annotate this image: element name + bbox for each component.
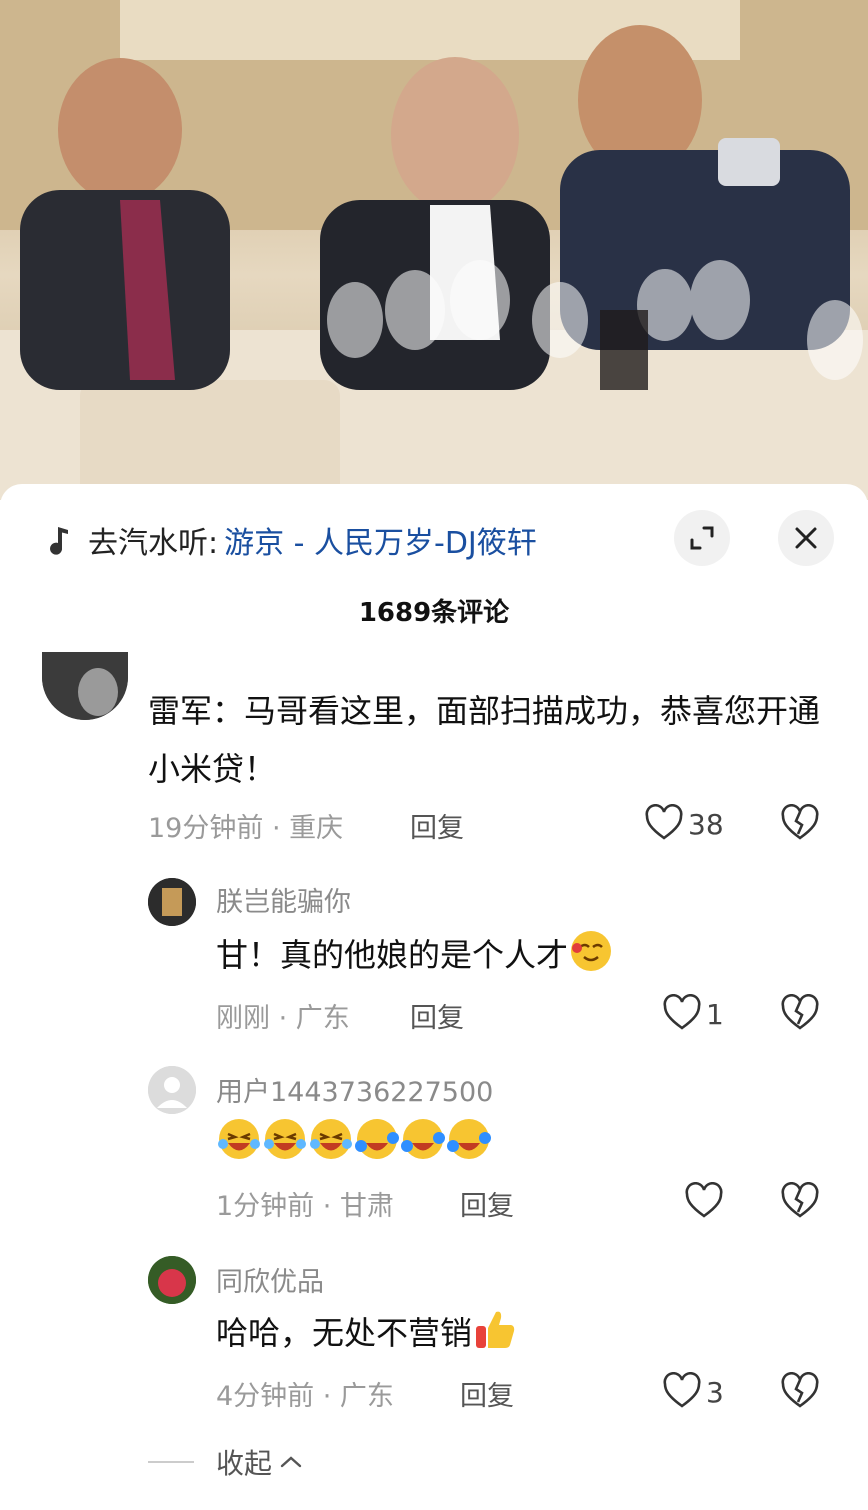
broken-heart-icon[interactable] xyxy=(780,1372,820,1412)
avatar[interactable] xyxy=(148,1256,196,1304)
broken-heart-icon[interactable] xyxy=(780,994,820,1034)
tears-of-joy-emoji-icon xyxy=(447,1119,491,1159)
heart-icon xyxy=(685,1182,723,1218)
avatar[interactable] xyxy=(148,1066,196,1114)
reply-button[interactable]: 回复 xyxy=(410,996,464,1035)
reply-button[interactable]: 回复 xyxy=(460,1184,514,1223)
reply-button[interactable]: 回复 xyxy=(410,806,464,845)
heart-icon xyxy=(663,994,701,1030)
broken-heart-icon[interactable] xyxy=(780,1182,820,1222)
heart-icon xyxy=(663,1372,701,1408)
like-count: 38 xyxy=(688,807,724,841)
like-count: 3 xyxy=(706,1375,724,1409)
divider-line xyxy=(148,1461,194,1463)
collapse-label: 收起 xyxy=(216,1447,273,1480)
post-photo[interactable] xyxy=(0,0,868,500)
music-bar[interactable]: 去汽水听: 游京 - 人民万岁-DJ筱轩 xyxy=(44,518,537,562)
collapse-replies-button[interactable]: 收起 xyxy=(148,1442,304,1482)
comment-meta: 19分钟前 · 重庆 xyxy=(148,813,344,844)
comment-meta: 刚刚 · 广东 xyxy=(216,1003,350,1034)
close-icon xyxy=(795,527,817,549)
like-button[interactable]: 1 xyxy=(662,994,724,1034)
like-button[interactable]: 38 xyxy=(644,804,724,844)
music-prefix: 去汽水听: xyxy=(88,526,219,561)
comment-text: 甘！真的他娘的是个人才 xyxy=(216,926,614,984)
username[interactable]: 同欣优品 xyxy=(216,1260,324,1299)
laughing-emoji-icon xyxy=(310,1119,352,1159)
comment-emoji-row xyxy=(216,1114,492,1172)
like-button[interactable] xyxy=(684,1182,728,1222)
username[interactable]: 朕岂能骗你 xyxy=(216,880,351,919)
broken-heart-icon[interactable] xyxy=(780,804,820,844)
like-count: 1 xyxy=(706,997,724,1031)
close-button[interactable] xyxy=(778,510,834,566)
chevron-up-icon xyxy=(280,1456,302,1468)
banquet-photo-illustration xyxy=(0,0,868,500)
tears-of-joy-emoji-icon xyxy=(355,1119,399,1159)
like-button[interactable]: 3 xyxy=(662,1372,724,1412)
comment-text: 雷军：马哥看这里，面部扫描成功，恭喜您开通小米贷！ xyxy=(148,692,821,788)
expand-button[interactable] xyxy=(674,510,730,566)
tears-of-joy-emoji-icon xyxy=(401,1119,445,1159)
comment-meta: 1分钟前 · 甘肃 xyxy=(216,1191,394,1222)
comment-text: 哈哈，无处不营销 xyxy=(216,1304,518,1362)
username[interactable]: 用户1443736227500 xyxy=(216,1070,493,1109)
music-note-icon xyxy=(50,527,68,555)
tears-of-joy-emoji-icon xyxy=(571,931,612,971)
thumbs-up-emoji-icon xyxy=(476,1311,515,1348)
laughing-emoji-icon xyxy=(264,1119,306,1159)
comment-count-title: 1689条评论 xyxy=(358,598,510,628)
expand-icon xyxy=(690,526,714,550)
comment-text-content: 甘！真的他娘的是个人才 xyxy=(216,936,569,974)
laughing-emoji-icon xyxy=(218,1119,260,1159)
avatar[interactable] xyxy=(148,878,196,926)
heart-icon xyxy=(645,804,683,840)
song-title[interactable]: 游京 - 人民万岁-DJ筱轩 xyxy=(224,518,537,562)
comment-meta: 4分钟前 · 广东 xyxy=(216,1381,394,1412)
reply-button[interactable]: 回复 xyxy=(460,1374,514,1413)
comment-text-content: 哈哈，无处不营销 xyxy=(216,1314,473,1352)
